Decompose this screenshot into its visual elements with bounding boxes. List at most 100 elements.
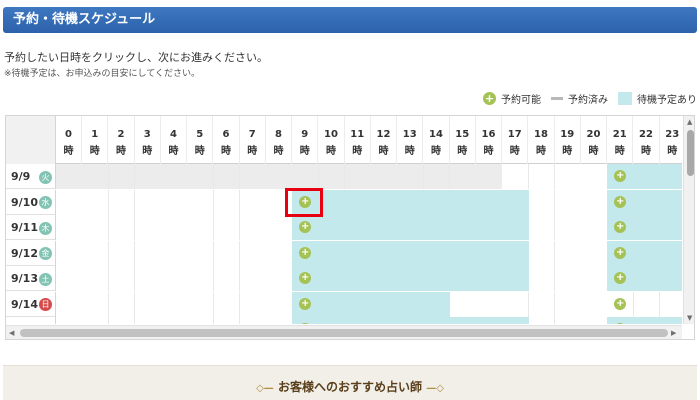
plus-circle-icon[interactable]: + (299, 272, 312, 284)
slot (134, 164, 162, 189)
slot (266, 240, 293, 266)
vertical-scroll-thumb[interactable] (687, 130, 694, 176)
scroll-right-icon[interactable]: ▶ (671, 329, 676, 337)
slot (554, 317, 582, 324)
slot (56, 291, 83, 317)
slot (292, 164, 319, 189)
slot-standby (423, 317, 451, 324)
slot-standby (633, 317, 661, 324)
slot (187, 317, 214, 324)
slot-available[interactable]: + (607, 189, 634, 215)
slot (554, 189, 582, 215)
slot-standby (502, 189, 529, 215)
plus-circle-icon[interactable]: + (614, 246, 627, 259)
slot (239, 240, 267, 266)
slot (82, 291, 109, 317)
scroll-down-icon[interactable]: ▼ (687, 314, 692, 322)
day-label: 9/15月 (6, 317, 56, 324)
standby-swatch (618, 91, 632, 105)
slot-standby (502, 215, 529, 240)
slot-standby (397, 240, 424, 266)
plus-circle-icon[interactable]: + (614, 272, 627, 284)
hour-header-5: 5時 (187, 116, 214, 164)
slot-standby (449, 189, 477, 215)
slot-available[interactable]: + (292, 291, 319, 317)
slot-standby (344, 291, 372, 317)
horizontal-scroll-thumb[interactable] (20, 329, 668, 337)
recommended-section: ◇— お客様へのおすすめ占い師 —◇ (3, 365, 697, 400)
slot (187, 189, 214, 215)
plus-circle-icon[interactable]: + (614, 170, 627, 182)
note-text: ※待機予定は、お申込みの目安にしてください。 (4, 69, 201, 79)
slot-standby (659, 317, 682, 324)
slot (554, 215, 582, 240)
intro-text: 予約したい日時をクリックし、次にお進みください。 (4, 51, 268, 64)
day-label: 9/11 木 (6, 215, 56, 240)
slot (82, 189, 109, 215)
plus-circle-icon[interactable]: + (299, 323, 312, 324)
slot-standby (633, 189, 661, 215)
slot-available[interactable]: + (607, 164, 634, 189)
slot-standby (633, 164, 661, 189)
slot-standby (476, 266, 503, 291)
legend: + 予約可能 予約済み 待機予定あり (473, 90, 697, 106)
slot (581, 266, 608, 291)
slot-available[interactable]: + (607, 266, 634, 291)
plus-circle-icon[interactable]: + (614, 297, 627, 310)
slot (108, 317, 136, 324)
slot (581, 317, 608, 324)
weekday-badge: 月 (39, 323, 52, 324)
plus-circle-icon[interactable]: + (614, 221, 627, 233)
slot (161, 266, 188, 291)
slot-available[interactable]: + (607, 291, 634, 317)
slot (344, 164, 372, 189)
slot-available[interactable]: + (607, 215, 634, 240)
scroll-left-icon[interactable]: ◀ (9, 329, 14, 337)
slot-available[interactable]: + (292, 240, 319, 266)
slot-available[interactable]: + (292, 317, 319, 324)
hour-header-21: 21 時 (607, 116, 634, 164)
slot (134, 317, 162, 324)
header-corner (6, 116, 56, 164)
plus-circle-icon[interactable]: + (299, 246, 312, 259)
hour-header-row: 0 時 1 時 2 時 3 時 4 時 5 時 6 時 7 時 8 時 9 時 10 時 11 時 12 時 13 時 14 時 15 時 16… (6, 116, 682, 164)
weekday-badge: 日 (39, 298, 52, 311)
horizontal-scrollbar[interactable]: ◀ ▶ (6, 325, 682, 339)
slot-standby (502, 317, 529, 324)
slot-standby (344, 317, 372, 324)
slot (187, 291, 214, 317)
scroll-up-icon[interactable]: ▲ (687, 118, 692, 126)
hour-header-9: 9時 (292, 116, 319, 164)
legend-available-label: 予約可能 (501, 94, 541, 106)
slot (239, 317, 267, 324)
plus-circle-icon[interactable]: + (614, 323, 627, 324)
plus-circle-icon[interactable]: + (299, 221, 312, 233)
slot-standby (371, 266, 398, 291)
slot (266, 215, 293, 240)
plus-circle-icon[interactable]: + (614, 195, 627, 208)
slot-standby (397, 317, 424, 324)
slot (187, 240, 214, 266)
slot-available[interactable]: + (292, 215, 319, 240)
slot-available[interactable]: + (292, 266, 319, 291)
slot-standby (397, 215, 424, 240)
slot (213, 189, 241, 215)
slot-standby (502, 240, 529, 266)
slot (476, 164, 503, 189)
slot (161, 164, 188, 189)
slot-available[interactable]: + (607, 240, 634, 266)
hour-header-8: 8時 (266, 116, 292, 164)
slot (581, 189, 608, 215)
slot (397, 164, 424, 189)
slot-standby (344, 266, 372, 291)
plus-circle-icon[interactable]: + (299, 297, 312, 310)
legend-available: + 予約可能 (483, 91, 541, 106)
legend-standby-label: 待機予定あり (637, 94, 697, 106)
schedule-panel: 0 時 1 時 2 時 3 時 4 時 5 時 6 時 7 時 8 時 9 時 10 時 11 時 12 時 13 時 14 時 15 時 16… (5, 115, 695, 340)
vertical-scrollbar[interactable]: ▲ ▼ (683, 116, 694, 324)
slot-standby (371, 189, 398, 215)
slot (56, 164, 83, 189)
slot (371, 164, 398, 189)
slot (213, 266, 241, 291)
slot-available[interactable]: + (607, 317, 634, 324)
